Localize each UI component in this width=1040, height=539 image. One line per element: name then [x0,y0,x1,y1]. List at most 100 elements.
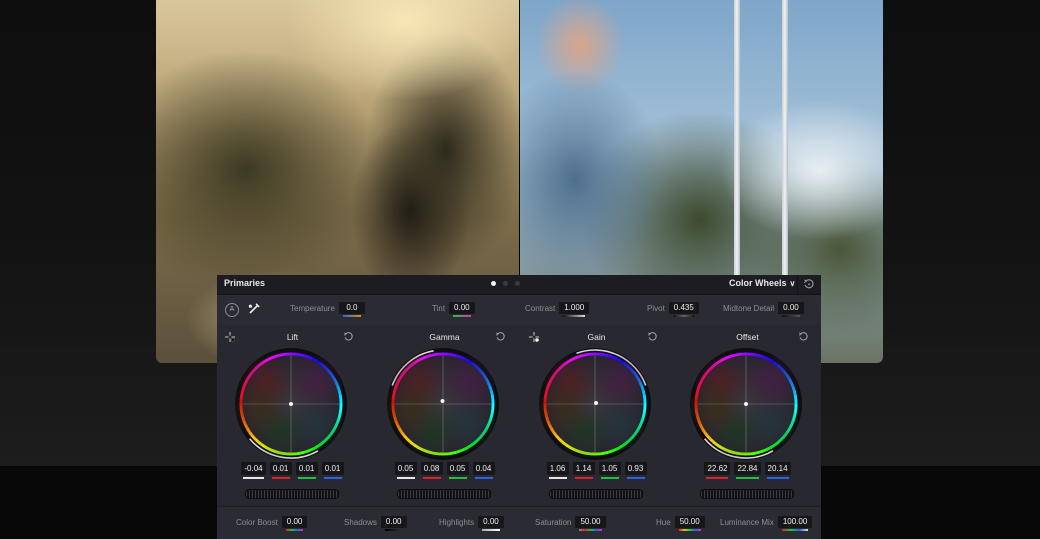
red-channel-underline [575,477,593,479]
wheel-tint-region [686,381,742,437]
hue-ring-segment [795,395,796,400]
highlights-label: Highlights [439,518,474,527]
hue-ring-segment [599,354,604,355]
lift-master-value[interactable]: -0.04 [241,462,265,475]
value-text: 0.04 [476,464,492,473]
lift-reset-icon[interactable] [343,331,354,342]
midtone-detail-input[interactable]: 0.00 [778,302,804,314]
offset-green-value[interactable]: 22.84 [734,462,760,475]
midtone-detail-value: 0.00 [783,303,799,312]
color-boost-input[interactable]: 0.00 [282,516,308,528]
wheel-tint-region [288,396,344,452]
gamma-green-value[interactable]: 0.05 [447,462,469,475]
gain-master-value[interactable]: 1.06 [547,462,569,475]
highlights-gradient-bar [482,529,500,531]
color-wheels-area: Lift -0.04 0.01 0.01 0.01 Gamma [217,325,821,505]
saturation-input[interactable]: 50.00 [575,516,605,528]
value-text: 0.08 [424,464,440,473]
gamma-master-value[interactable]: 0.05 [395,462,417,475]
lift-blue-value[interactable]: 0.01 [322,462,344,475]
value-text: 0.05 [398,464,414,473]
gain-green-value[interactable]: 1.05 [599,462,621,475]
contrast-gradient-bar [563,315,585,317]
wheel-puck [289,402,293,406]
pivot-input[interactable]: 0.435 [669,302,699,314]
luminance-mix-control: Luminance Mix 100.00 [720,516,812,528]
hue-label: Hue [656,518,671,527]
hue-ring-segment [300,355,305,356]
color-boost-value: 0.00 [287,517,303,526]
color-boost-gradient-bar [286,529,304,531]
wheel-tint-region [592,396,648,452]
value-text: 0.01 [325,464,341,473]
highlights-control: Highlights 0.00 [439,516,504,528]
gain-master-jog-wheel[interactable] [549,489,643,499]
color-boost-label: Color Boost [236,518,278,527]
hue-ring-segment [604,355,609,356]
luminance-mix-value: 100.00 [783,517,807,526]
gamma-master-jog-wheel[interactable] [397,489,491,499]
shadows-input[interactable]: 0.00 [381,516,407,528]
midtone-detail-control: Midtone Detail 0.00 [723,302,804,314]
wheel-lift: Lift -0.04 0.01 0.01 0.01 [217,325,368,505]
blue-channel-underline [767,477,789,479]
hue-ring-segment [733,355,738,356]
gain-color-wheel[interactable] [535,345,655,463]
luminance-mix-input[interactable]: 100.00 [778,516,812,528]
hue-ring-segment [737,354,742,355]
gamma-blue-value[interactable]: 0.04 [473,462,495,475]
blue-channel-underline [627,477,645,479]
contrast-input[interactable]: 1.000 [559,302,589,314]
luminance-mix-gradient-bar [782,529,808,531]
offset-red-value[interactable]: 22.62 [704,462,730,475]
white-balance-picker-icon[interactable] [247,302,261,316]
gain-red-value[interactable]: 1.14 [573,462,595,475]
offset-color-wheel[interactable] [686,345,806,463]
pivot-value: 0.435 [674,303,694,312]
primaries-panel: Primaries Color Wheels∨ A Temperature 0.… [217,275,821,538]
gamma-reset-icon[interactable] [495,331,506,342]
shadows-label: Shadows [344,518,377,527]
hue-ring-segment [278,355,283,356]
blue-channel-underline [475,477,493,479]
highlights-value: 0.00 [483,517,499,526]
offset-master-jog-wheel[interactable] [700,489,794,499]
pivot-gradient-bar [673,315,695,317]
gamma-red-value[interactable]: 0.08 [421,462,443,475]
value-text: 22.62 [707,464,727,473]
pivot-control: Pivot 0.435 [647,302,699,314]
gain-blue-value[interactable]: 0.93 [625,462,647,475]
lift-green-value[interactable]: 0.01 [296,462,318,475]
lift-master-jog-wheel[interactable] [245,489,339,499]
gamma-color-wheel[interactable] [383,345,503,463]
saturation-label: Saturation [535,518,571,527]
hue-ring-segment [755,355,760,356]
luminance-mix-label: Luminance Mix [720,518,774,527]
midtone-detail-gradient-bar [782,315,800,317]
tint-value: 0.00 [454,303,470,312]
value-text: 0.05 [450,464,466,473]
lift-color-wheel[interactable] [231,345,351,463]
auto-balance-button[interactable]: A [225,303,239,317]
offset-blue-value[interactable]: 20.14 [765,462,791,475]
highlights-input[interactable]: 0.00 [478,516,504,528]
hue-ring-segment [430,355,435,356]
page-dot[interactable] [503,281,508,286]
wheel-gamma: Gamma 0.05 0.08 0.05 0.04 [369,325,520,505]
reset-all-icon[interactable] [803,278,815,290]
red-channel-underline [272,477,290,479]
temperature-input[interactable]: 0.0 [339,302,365,314]
hue-ring-segment [452,355,457,356]
value-text: 1.05 [602,464,618,473]
page-dot[interactable] [491,281,496,286]
tint-gradient-bar [453,315,471,317]
hue-ring-segment [455,451,460,452]
lift-red-value[interactable]: 0.01 [270,462,292,475]
hue-ring-segment [750,354,755,355]
gain-reset-icon[interactable] [647,331,658,342]
hue-input[interactable]: 50.00 [675,516,705,528]
tint-input[interactable]: 0.00 [449,302,475,314]
mode-dropdown[interactable]: Color Wheels∨ [729,278,795,288]
offset-reset-icon[interactable] [798,331,809,342]
page-dot[interactable] [515,281,520,286]
